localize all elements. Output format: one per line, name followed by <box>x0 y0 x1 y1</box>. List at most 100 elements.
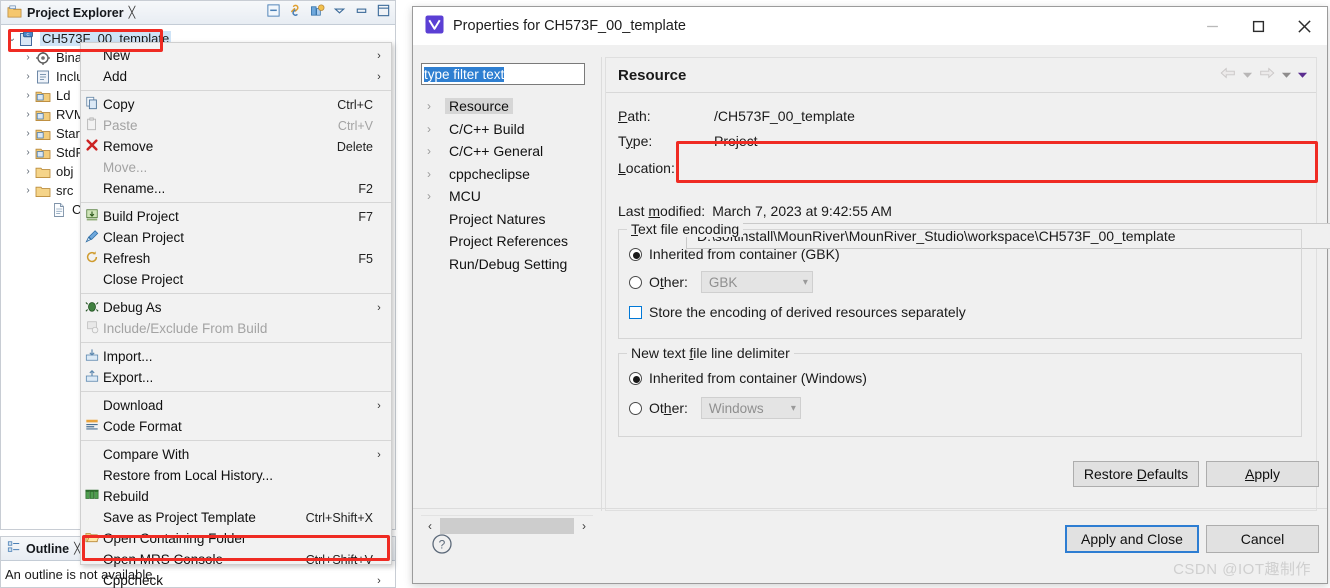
expand-arrow-icon[interactable]: › <box>427 144 445 158</box>
expand-arrow-icon[interactable]: › <box>21 185 35 196</box>
nav-item-resource[interactable]: › Resource <box>421 95 593 118</box>
expand-arrow-icon[interactable]: › <box>21 147 35 158</box>
expand-arrow-icon[interactable]: › <box>427 189 445 203</box>
delimiter-other-radio[interactable]: Other: Windows ▾ <box>629 396 1301 420</box>
close-icon[interactable]: ╳ <box>129 6 136 19</box>
help-icon[interactable]: ? <box>431 533 453 555</box>
menu-item-accelerator: F5 <box>358 251 373 266</box>
c-project-icon: C <box>19 30 35 47</box>
expand-arrow-icon[interactable]: › <box>21 52 35 63</box>
close-icon[interactable] <box>1281 7 1327 45</box>
link-with-editor-icon[interactable] <box>288 3 303 18</box>
menu-item-compare-with[interactable]: Compare With › <box>81 444 391 465</box>
menu-item-save-as-project-template[interactable]: Save as Project Template Ctrl+Shift+X <box>81 507 391 528</box>
encoding-inherited-label: Inherited from container (GBK) <box>649 246 840 262</box>
encoding-other-combo[interactable]: GBK ▾ <box>700 271 813 293</box>
nav-item-cppcheclipse[interactable]: › cppcheclipse <box>421 163 593 186</box>
nav-item-c-c-general[interactable]: › C/C++ General <box>421 140 593 163</box>
delimiter-other-combo[interactable]: Windows ▾ <box>700 397 801 419</box>
type-value: Project <box>714 132 758 149</box>
forward-arrow-icon[interactable] <box>1258 66 1276 84</box>
dialog-titlebar[interactable]: Properties for CH573F_00_template <box>413 7 1327 45</box>
menu-item-import[interactable]: Import... <box>81 346 391 367</box>
scroll-right-icon[interactable]: › <box>575 517 593 535</box>
menu-item-open-containing-folder[interactable]: Open Containing Folder <box>81 528 391 549</box>
menu-item-debug-as[interactable]: Debug As › <box>81 297 391 318</box>
nav-item-label: Resource <box>445 98 513 115</box>
forward-dropdown-caret-icon[interactable] <box>1281 67 1292 84</box>
view-menu-icon[interactable] <box>332 3 347 18</box>
cancel-button[interactable]: Cancel <box>1206 525 1319 553</box>
menu-item-refresh[interactable]: Refresh F5 <box>81 248 391 269</box>
dialog-title: Properties for CH573F_00_template <box>453 18 686 34</box>
menu-item-label: Refresh <box>103 251 151 266</box>
menu-item-clean-project[interactable]: Clean Project <box>81 227 391 248</box>
menu-item-add[interactable]: Add › <box>81 66 391 87</box>
menu-item-label: Build Project <box>103 209 179 224</box>
encoding-inherited-radio[interactable]: Inherited from container (GBK) <box>629 242 1301 266</box>
minimize-view-icon[interactable] <box>354 3 369 18</box>
nav-item-project-natures[interactable]: Project Natures <box>421 208 593 231</box>
expand-arrow-icon[interactable]: › <box>21 109 35 120</box>
restore-defaults-button[interactable]: Restore Defaults <box>1073 461 1199 487</box>
menu-item-build-project[interactable]: Build Project F7 <box>81 206 391 227</box>
menu-item-copy[interactable]: Copy Ctrl+C <box>81 94 391 115</box>
menu-item-label: Clean Project <box>103 230 185 245</box>
expand-arrow-icon[interactable]: › <box>21 90 35 101</box>
nav-item-run-debug-setting[interactable]: Run/Debug Setting <box>421 253 593 276</box>
maximize-view-icon[interactable] <box>376 3 391 18</box>
expand-arrow-icon[interactable]: › <box>427 122 445 136</box>
page-menu-caret-icon[interactable] <box>1297 67 1308 84</box>
expand-arrow-icon[interactable]: › <box>427 167 445 181</box>
back-arrow-icon[interactable] <box>1219 66 1237 84</box>
watermark: CSDN @IOT趣制作 <box>1173 561 1311 578</box>
menu-item-cppcheck[interactable]: Cppcheck › <box>81 570 391 588</box>
maximize-icon[interactable] <box>1235 7 1281 45</box>
menu-item-rebuild[interactable]: Rebuild <box>81 486 391 507</box>
back-dropdown-caret-icon[interactable] <box>1242 67 1253 84</box>
menu-item-close-project[interactable]: Close Project <box>81 269 391 290</box>
expand-arrow-icon[interactable]: › <box>21 71 35 82</box>
expand-arrow-icon[interactable]: › <box>21 166 35 177</box>
field-path: Path: /CH573F_00_template <box>606 103 1316 128</box>
tab-project-explorer[interactable]: Project Explorer ╳ <box>1 1 141 25</box>
expand-arrow-icon[interactable]: › <box>427 99 445 113</box>
nav-item-mcu[interactable]: › MCU <box>421 185 593 208</box>
menu-item-open-mrs-console[interactable]: Open MRS Console Ctrl+Shift+V <box>81 549 391 570</box>
minimize-icon[interactable] <box>1189 7 1235 45</box>
menu-item-rename[interactable]: Rename... F2 <box>81 178 391 199</box>
export-icon <box>81 369 103 386</box>
menu-item-restore-from-local-history[interactable]: Restore from Local History... <box>81 465 391 486</box>
store-separately-checkbox[interactable]: Store the encoding of derived resources … <box>629 300 1301 324</box>
apply-and-close-button[interactable]: Apply and Close <box>1065 525 1199 553</box>
collapse-all-icon[interactable] <box>266 3 281 18</box>
menu-item-export[interactable]: Export... <box>81 367 391 388</box>
menu-item-code-format[interactable]: Code Format <box>81 416 391 437</box>
expand-arrow-icon[interactable]: › <box>21 128 35 139</box>
project-context-menu[interactable]: New › Add › Copy Ctrl+C Paste Ctrl+V Remove Delet… <box>80 42 392 588</box>
scrollbar-thumb[interactable] <box>440 517 574 534</box>
encoding-other-radio[interactable]: Other: GBK ▾ <box>629 270 1301 294</box>
delimiter-inherited-radio[interactable]: Inherited from container (Windows) <box>629 366 1301 390</box>
apply-button[interactable]: Apply <box>1206 461 1319 487</box>
nav-item-label: Project References <box>449 233 569 250</box>
nav-item-c-c-build[interactable]: › C/C++ Build <box>421 118 593 141</box>
tab-label: Project Explorer <box>27 5 124 20</box>
scroll-left-icon[interactable]: ‹ <box>421 517 439 535</box>
page-header: Resource <box>606 58 1316 92</box>
settings-nav-tree[interactable]: › Resource › C/C++ Build › C/C++ General › cppc… <box>421 91 593 275</box>
menu-item-remove[interactable]: Remove Delete <box>81 136 391 157</box>
tab-outline[interactable]: Outline ╳ <box>1 537 87 561</box>
nav-item-project-references[interactable]: Project References <box>421 230 593 253</box>
menu-item-accelerator: Ctrl+Shift+V <box>305 552 373 567</box>
nav-horizontal-scrollbar[interactable]: ‹ › <box>421 515 593 535</box>
expand-arrow-icon[interactable]: ⌄ <box>5 33 19 44</box>
button-label: Apply <box>1244 466 1281 482</box>
screen-root: Project Explorer ╳ ⌄ C CH573F_00_templat… <box>0 0 1330 588</box>
debug-icon <box>81 299 103 316</box>
menu-item-new[interactable]: New › <box>81 45 391 66</box>
focus-on-active-task-icon[interactable] <box>310 3 325 18</box>
filter-input[interactable]: type filter text <box>421 63 585 85</box>
menu-item-download[interactable]: Download › <box>81 395 391 416</box>
menu-item-label: Copy <box>103 97 135 112</box>
